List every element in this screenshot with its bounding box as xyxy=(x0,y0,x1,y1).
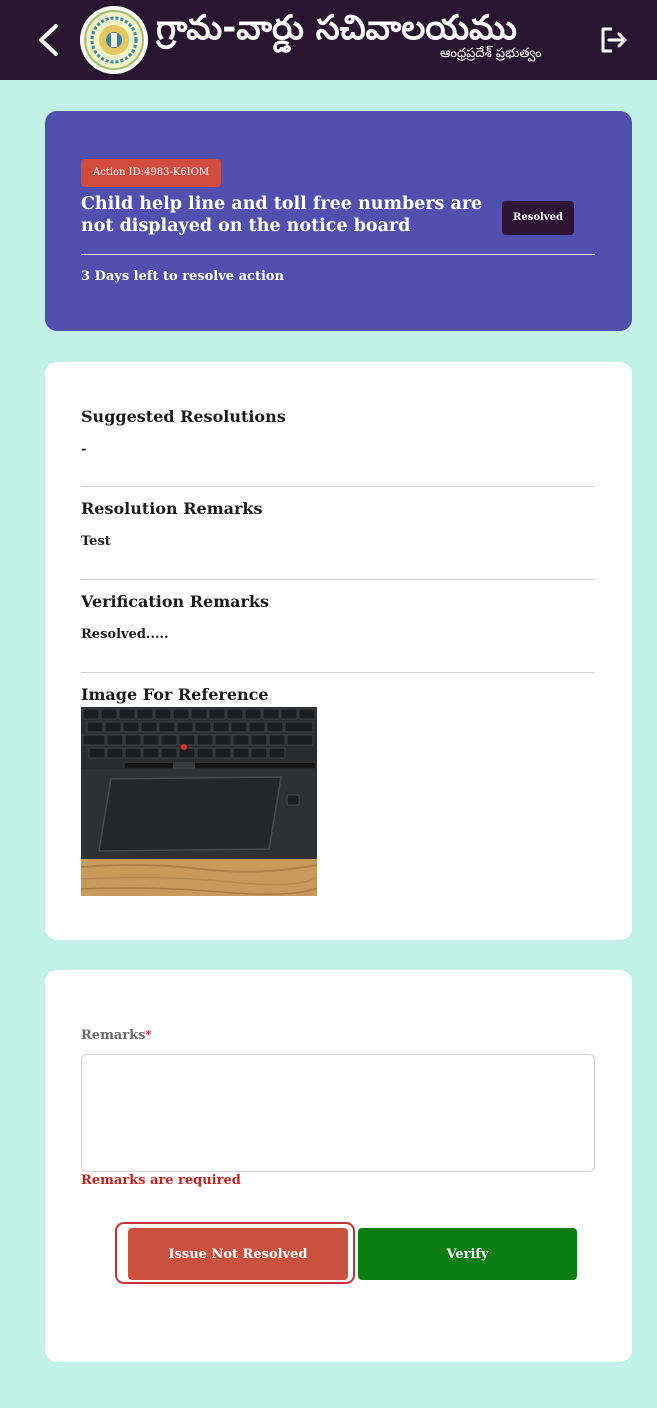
divider xyxy=(81,486,595,487)
app-title: గ్రామ-వార్డు సచివాలయము xyxy=(156,8,517,48)
suggested-resolutions-heading: Suggested Resolutions xyxy=(81,407,286,426)
logout-button[interactable] xyxy=(594,22,634,58)
verification-remarks-heading: Verification Remarks xyxy=(81,592,270,611)
action-summary-card: Action ID:4983-K6IOM Child help line and… xyxy=(45,111,632,331)
emblem-icon xyxy=(84,10,144,70)
issue-not-resolved-button[interactable]: Issue Not Resolved xyxy=(128,1228,348,1280)
laptop-keyboard-photo xyxy=(81,707,317,896)
resolution-remarks-value: Test xyxy=(81,534,111,549)
remarks-label: Remarks* xyxy=(81,1028,151,1043)
remarks-label-text: Remarks xyxy=(81,1028,146,1043)
verification-remarks-value: Resolved..... xyxy=(81,627,169,642)
app-subtitle: ఆంధ్రప్రదేశ్ ప్రభుత్వం xyxy=(440,46,542,61)
app-header: గ్రామ-వార్డు సచివాలయము ఆంధ్రప్రదేశ్ ప్రభ… xyxy=(0,0,657,80)
action-title: Child help line and toll free numbers ar… xyxy=(81,194,483,236)
verify-button[interactable]: Verify xyxy=(358,1228,577,1280)
remarks-form-card: Remarks* Remarks are required Issue Not … xyxy=(45,970,632,1362)
remarks-textarea[interactable] xyxy=(81,1054,595,1172)
action-id-badge: Action ID:4983-K6IOM xyxy=(81,159,222,187)
government-emblem-logo xyxy=(80,6,148,74)
remarks-error-message: Remarks are required xyxy=(81,1173,241,1188)
suggested-resolutions-value: - xyxy=(81,442,87,457)
divider xyxy=(81,254,595,255)
reference-image[interactable] xyxy=(81,707,317,896)
action-details-card: Suggested Resolutions - Resolution Remar… xyxy=(45,362,632,940)
chevron-left-icon xyxy=(39,24,58,56)
logout-icon xyxy=(601,27,627,53)
resolution-remarks-heading: Resolution Remarks xyxy=(81,499,263,518)
divider xyxy=(81,672,595,673)
back-button[interactable] xyxy=(30,18,66,62)
days-left-text: 3 Days left to resolve action xyxy=(81,269,285,284)
status-badge: Resolved xyxy=(502,201,574,235)
image-reference-heading: Image For Reference xyxy=(81,685,269,704)
divider xyxy=(81,579,595,580)
required-asterisk: * xyxy=(145,1028,152,1041)
